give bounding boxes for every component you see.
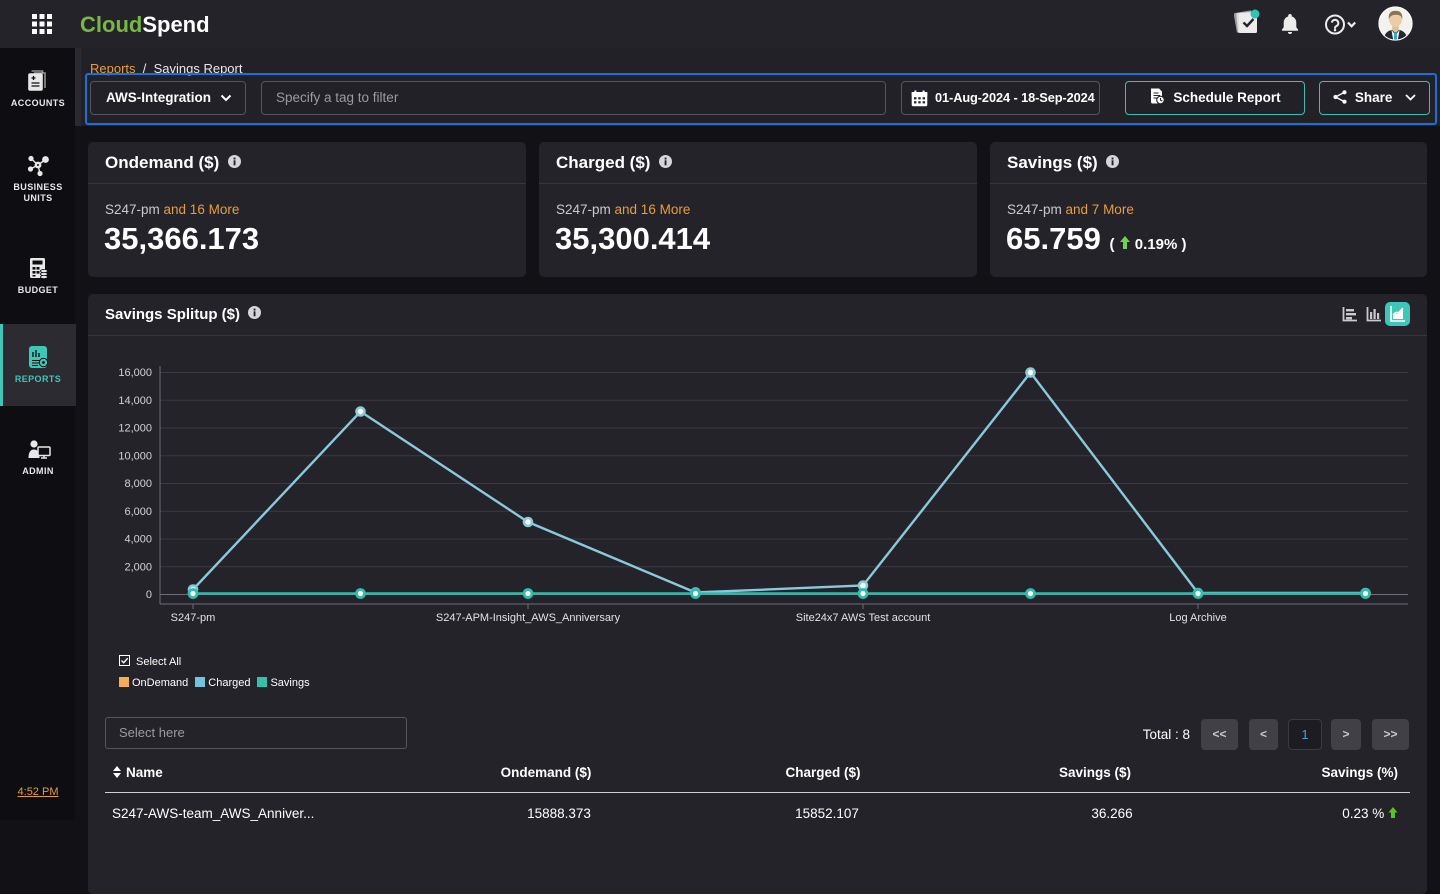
svg-text:8,000: 8,000 [124, 478, 152, 490]
svg-text:12,000: 12,000 [118, 422, 152, 434]
svg-text:16,000: 16,000 [118, 367, 152, 379]
svg-text:S247-pm: S247-pm [171, 612, 216, 624]
svg-text:S247-APM-Insight_AWS_Anniversa: S247-APM-Insight_AWS_Anniversary [436, 612, 621, 624]
svg-text:14,000: 14,000 [118, 394, 152, 406]
svg-text:Site24x7 AWS Test account: Site24x7 AWS Test account [796, 612, 931, 624]
svg-text:Log Archive: Log Archive [1169, 612, 1226, 624]
svg-text:10,000: 10,000 [118, 450, 152, 462]
svg-text:4,000: 4,000 [124, 533, 152, 545]
svg-text:2,000: 2,000 [124, 561, 152, 573]
svg-text:0: 0 [146, 589, 152, 601]
svg-text:6,000: 6,000 [124, 505, 152, 517]
